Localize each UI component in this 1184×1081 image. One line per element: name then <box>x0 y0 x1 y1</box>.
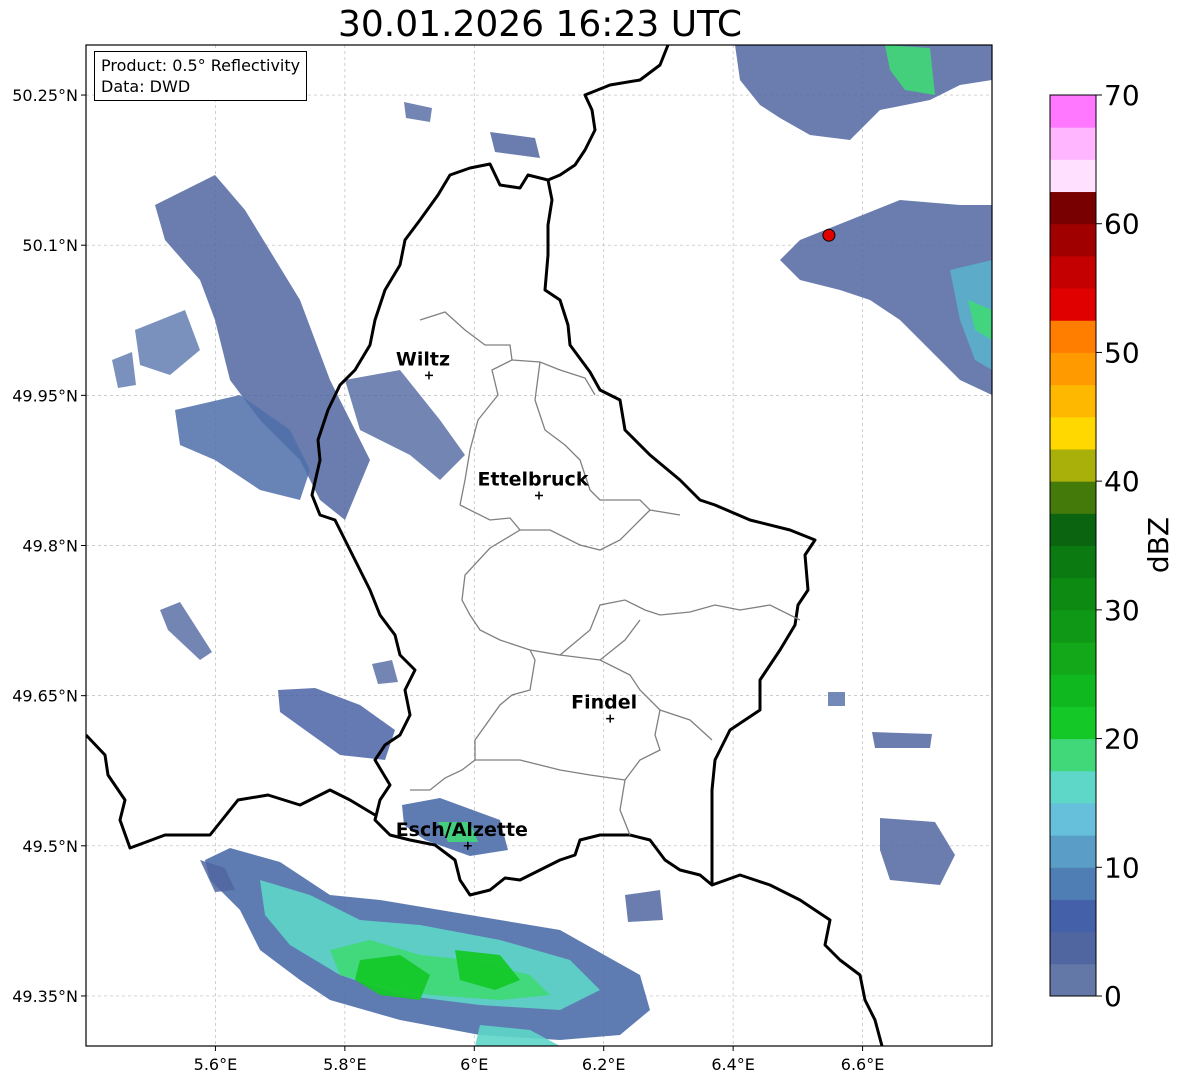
x-tick-label: 6.6°E <box>841 1055 885 1074</box>
x-tick-label: 6°E <box>460 1055 488 1074</box>
y-tick-label: 49.8°N <box>22 537 78 556</box>
echo-band-south <box>200 848 663 1046</box>
x-tick-label: 6.2°E <box>582 1055 626 1074</box>
germany-belgium-border <box>86 733 376 850</box>
radar-map: 5.6°E 5.8°E 6°E 6.2°E 6.4°E 6.6°E 50.25°N 50.1°… <box>12 44 993 1074</box>
y-tick-label: 49.35°N <box>12 987 78 1006</box>
city-label: Wiltz <box>396 348 450 370</box>
x-tick-label: 5.6°E <box>194 1055 238 1074</box>
luxembourg-border <box>310 162 817 897</box>
y-tick-label: 49.95°N <box>12 386 78 405</box>
echo-band-northeast <box>404 45 992 158</box>
product-info-box: Product: 0.5° Reflectivity Data: DWD <box>94 51 308 101</box>
city-label: Ettelbruck <box>478 468 589 490</box>
city-label: Esch/Alzette <box>396 819 528 841</box>
echo-band-west <box>278 660 398 760</box>
y-tick-label: 50.1°N <box>22 236 78 255</box>
x-tick-label: 5.8°E <box>323 1055 367 1074</box>
product-label: Product: 0.5° Reflectivity <box>101 56 301 75</box>
city-marker <box>606 714 615 723</box>
city-marker <box>424 371 433 380</box>
radar-site-marker <box>822 228 836 242</box>
canton-borders <box>410 311 801 836</box>
france-germany-border <box>711 873 884 1046</box>
echo-band-northwest <box>112 175 465 660</box>
city-marker <box>535 491 543 500</box>
y-tick-label: 50.25°N <box>12 86 78 105</box>
x-tick-label: 6.4°E <box>711 1055 755 1074</box>
data-source-label: Data: DWD <box>101 77 191 96</box>
y-tick-label: 49.5°N <box>22 837 78 856</box>
city-label: Findel <box>571 692 637 714</box>
y-tick-label: 49.65°N <box>12 687 78 706</box>
radar-site-dot <box>822 228 836 242</box>
belgium-germany-border <box>547 45 670 182</box>
